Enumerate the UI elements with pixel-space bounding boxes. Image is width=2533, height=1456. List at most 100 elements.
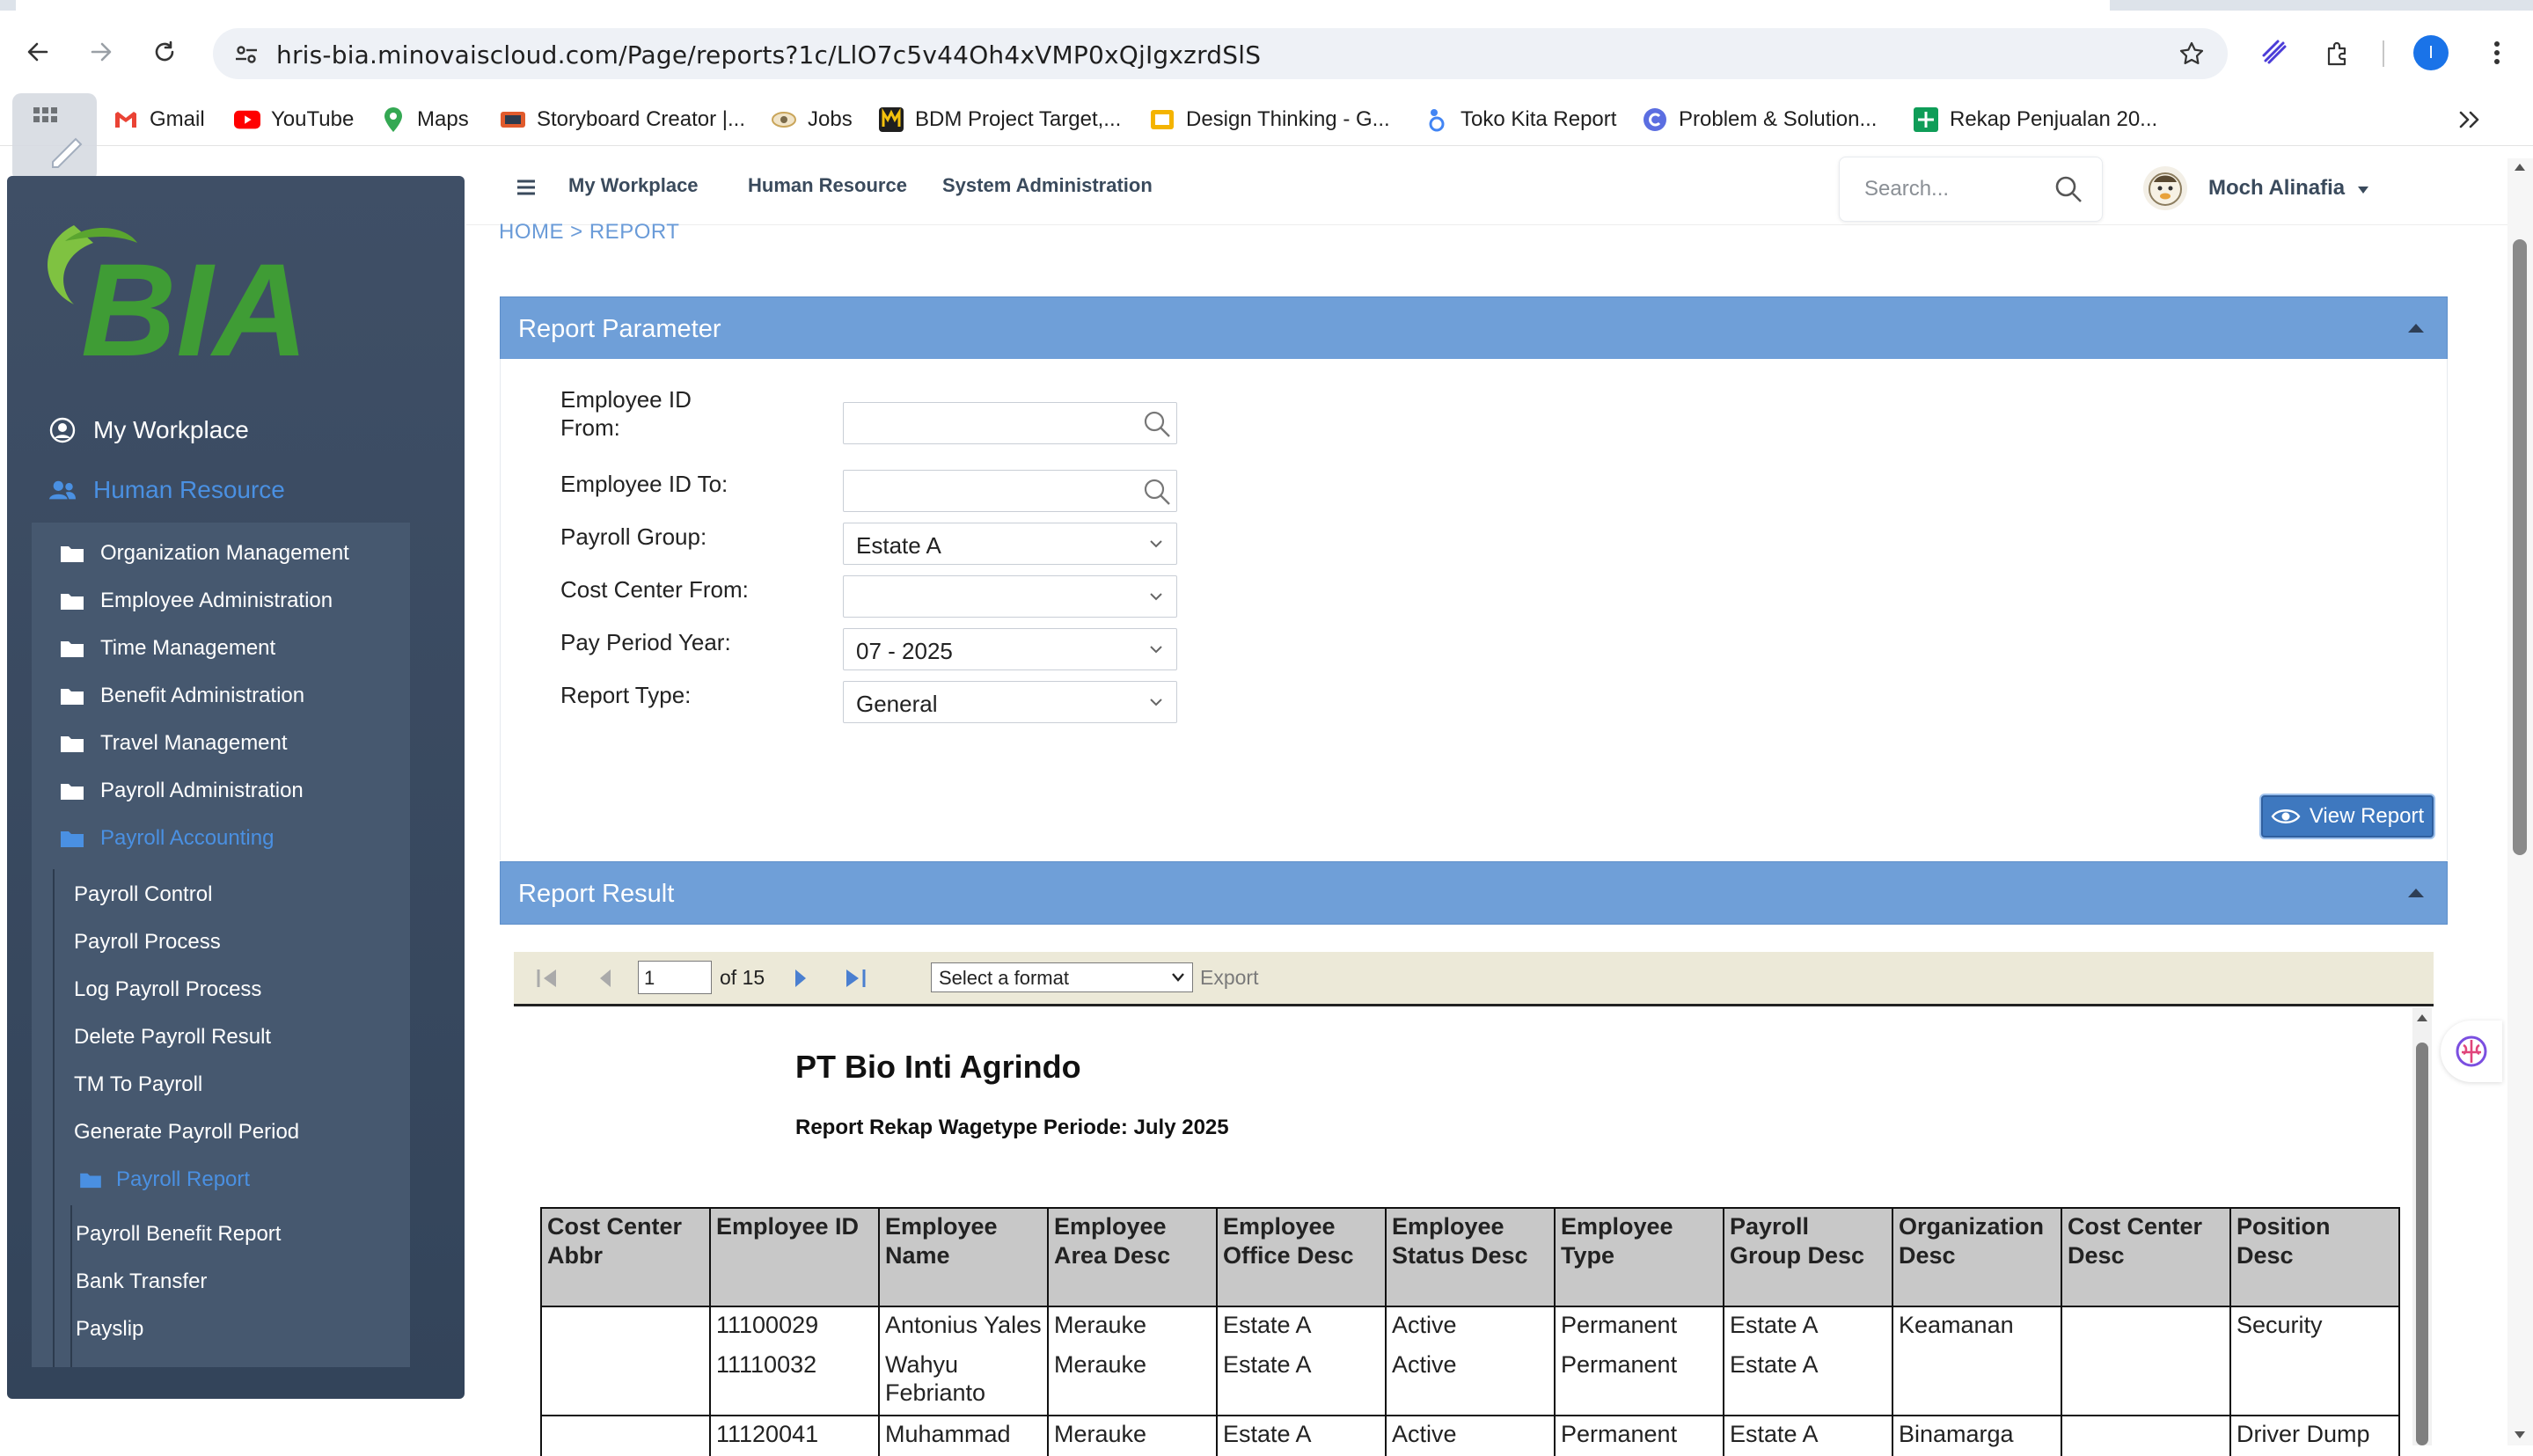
nav-human-resource[interactable]: Human Resource <box>748 174 907 197</box>
looker-icon <box>1424 106 1450 133</box>
browser-menu-icon[interactable] <box>2479 35 2515 70</box>
bookmark-toko-kita[interactable]: Toko Kita Report <box>1424 102 1616 137</box>
report-type-select[interactable]: General <box>843 681 1177 723</box>
page-scrollbar[interactable] <box>2507 158 2533 1445</box>
hamburger-menu-icon[interactable] <box>516 179 537 196</box>
sidebar-item-bank-transfer[interactable]: Bank Transfer <box>76 1262 207 1302</box>
sidebar-item-human-resource[interactable]: Human Resource <box>49 468 285 512</box>
youtube-icon <box>234 106 260 133</box>
nav-my-workplace[interactable]: My Workplace <box>568 174 699 197</box>
sidebar-item-time-management[interactable]: Time Management <box>60 626 275 670</box>
sidebar-item-payroll-report[interactable]: Payroll Report <box>79 1160 250 1200</box>
sidebar-item-employee-administration[interactable]: Employee Administration <box>60 579 333 623</box>
site-settings-icon[interactable] <box>234 42 259 71</box>
bookmarks-overflow-icon[interactable] <box>2458 102 2481 137</box>
sidebar-item-payroll-administration[interactable]: Payroll Administration <box>60 769 304 813</box>
sidebar-item-generate-payroll-period[interactable]: Generate Payroll Period <box>74 1112 299 1152</box>
sidebar-item-organization-management[interactable]: Organization Management <box>60 531 349 575</box>
first-page-icon[interactable] <box>535 966 560 995</box>
sidebar-item-payroll-control[interactable]: Payroll Control <box>74 874 212 915</box>
search-icon[interactable] <box>2054 175 2083 208</box>
reload-button[interactable] <box>144 32 185 72</box>
bookmark-gmail[interactable]: Gmail <box>113 102 205 137</box>
table-cell: Antonius Yales <box>878 1306 1049 1347</box>
scroll-up-icon[interactable] <box>2514 162 2526 172</box>
sidebar-item-tm-to-payroll[interactable]: TM To Payroll <box>74 1065 202 1105</box>
sidebar-item-delete-payroll-result[interactable]: Delete Payroll Result <box>74 1017 271 1057</box>
collapse-icon[interactable] <box>2408 324 2424 333</box>
bookmark-star-icon[interactable] <box>2178 40 2205 71</box>
export-format-select[interactable]: Select a format <box>931 962 1193 992</box>
report-result-header[interactable]: Report Result <box>500 861 2448 925</box>
bookmark-design-thinking[interactable]: Design Thinking - G... <box>1149 102 1390 137</box>
cost-center-from-select[interactable] <box>843 575 1177 618</box>
folder-icon <box>61 641 84 657</box>
employee-id-from-field[interactable] <box>843 402 1177 444</box>
url-text[interactable]: hris-bia.minovaiscloud.com/Page/reports?… <box>276 40 1261 70</box>
column-header: Employee Office Desc <box>1216 1207 1387 1307</box>
company-name: PT Bio Inti Agrindo <box>795 1049 1081 1085</box>
cost-center-from-label: Cost Center From: <box>560 576 749 603</box>
breadcrumb[interactable]: HOME > REPORT <box>499 220 679 245</box>
user-menu[interactable]: Moch Alinafia <box>2143 162 2369 215</box>
scrollbar-thumb[interactable] <box>2416 1043 2428 1445</box>
page-total-text: of 15 <box>720 966 765 989</box>
view-report-button[interactable]: View Report <box>2261 795 2434 838</box>
table-cell: 11100029 <box>709 1306 880 1347</box>
report-scrollbar[interactable] <box>2412 1007 2432 1445</box>
table-cell <box>540 1347 711 1416</box>
bookmark-maps[interactable]: Maps <box>380 102 469 137</box>
sidebar-item-payroll-benefit-report[interactable]: Payroll Benefit Report <box>76 1214 281 1255</box>
collapse-icon[interactable] <box>2408 889 2424 897</box>
panel-title: Report Result <box>518 880 675 908</box>
table-cell <box>540 1416 711 1456</box>
sidebar-item-payroll-accounting[interactable]: Payroll Accounting <box>60 816 274 860</box>
folder-open-icon <box>80 1173 101 1189</box>
payroll-group-select[interactable]: Estate A <box>843 523 1177 565</box>
sidebar-item-payslip[interactable]: Payslip <box>76 1309 143 1350</box>
bia-logo[interactable]: BIA <box>39 208 329 384</box>
table-cell: Active <box>1385 1416 1556 1456</box>
bookmark-rekap-penjualan[interactable]: Rekap Penjualan 20... <box>1913 102 2157 137</box>
bookmark-problem-solution[interactable]: Problem & Solution... <box>1642 102 1877 137</box>
sidebar-item-payroll-process[interactable]: Payroll Process <box>74 922 221 962</box>
brain-icon <box>2456 1035 2487 1067</box>
previous-page-icon[interactable] <box>597 966 614 995</box>
extension-icon[interactable] <box>2258 35 2293 70</box>
apps-launcher[interactable] <box>12 93 97 181</box>
search-input[interactable]: Search... <box>1839 157 2103 222</box>
page-number-input[interactable]: 1 <box>638 961 712 994</box>
ai-assistant-button[interactable] <box>2441 1021 2502 1082</box>
lookup-search-icon[interactable] <box>1141 476 1173 508</box>
active-tab[interactable] <box>16 0 2110 11</box>
scrollbar-thumb[interactable] <box>2513 239 2527 855</box>
scroll-down-icon[interactable] <box>2514 1430 2526 1440</box>
scroll-up-icon[interactable] <box>2416 1013 2428 1023</box>
address-bar[interactable]: hris-bia.minovaiscloud.com/Page/reports?… <box>213 28 2228 79</box>
export-link[interactable]: Export <box>1200 966 1258 990</box>
nav-system-administration[interactable]: System Administration <box>942 174 1153 197</box>
bookmark-youtube[interactable]: YouTube <box>234 102 354 137</box>
table-cell: 11110032 <box>709 1347 880 1416</box>
sidebar-item-travel-management[interactable]: Travel Management <box>60 721 288 765</box>
table-cell: Active <box>1385 1347 1556 1416</box>
bdm-icon <box>878 106 904 133</box>
back-button[interactable] <box>18 32 58 72</box>
employee-id-to-field[interactable] <box>843 470 1177 512</box>
extensions-puzzle-icon[interactable] <box>2319 35 2354 70</box>
pay-period-year-select[interactable]: 07 - 2025 <box>843 628 1177 670</box>
lookup-search-icon[interactable] <box>1141 408 1173 440</box>
report-viewer-toolbar <box>514 952 2434 1006</box>
forward-button[interactable] <box>81 32 121 72</box>
last-page-icon[interactable] <box>843 966 868 995</box>
sidebar-item-benefit-administration[interactable]: Benefit Administration <box>60 674 304 718</box>
bookmark-jobs[interactable]: Jobs <box>771 102 853 137</box>
report-parameter-header[interactable]: Report Parameter <box>500 296 2448 360</box>
table-cell: Estate A <box>1216 1306 1387 1347</box>
sidebar-item-my-workplace[interactable]: My Workplace <box>49 408 249 452</box>
profile-avatar[interactable]: I <box>2413 35 2449 70</box>
next-page-icon[interactable] <box>792 966 809 995</box>
bookmark-storyboard[interactable]: Storyboard Creator |... <box>500 102 745 137</box>
sidebar-item-log-payroll-process[interactable]: Log Payroll Process <box>74 969 261 1010</box>
bookmark-bdm[interactable]: BDM Project Target,... <box>878 102 1121 137</box>
